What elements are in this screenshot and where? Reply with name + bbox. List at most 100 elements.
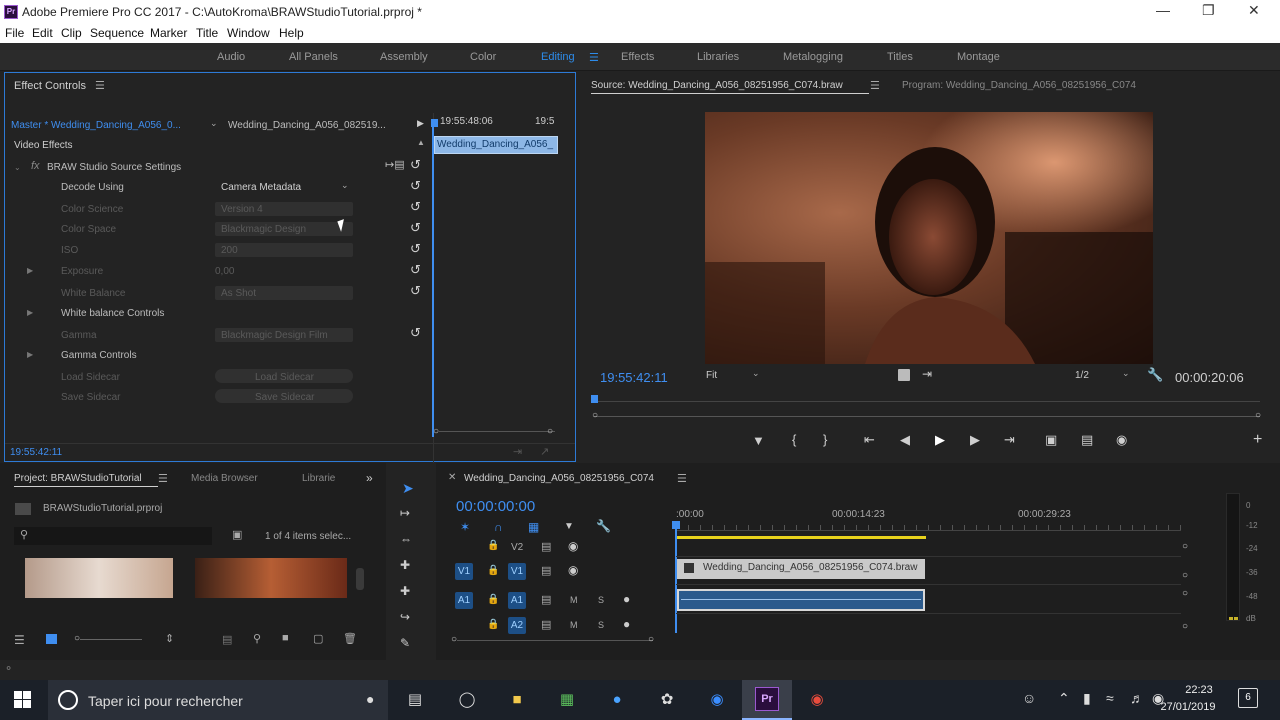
insert-icon[interactable]: ▣ xyxy=(1045,432,1057,448)
export-icon[interactable]: ↗ xyxy=(540,445,549,458)
overwrite-icon[interactable]: ▤ xyxy=(1081,432,1093,448)
ec-timecode[interactable]: 19:55:42:11 xyxy=(10,447,62,458)
fx-icon[interactable]: fx xyxy=(31,160,40,172)
windows-start-icon[interactable] xyxy=(14,691,32,709)
menu-title[interactable]: Title xyxy=(196,26,218,40)
workspace-all-panels[interactable]: All Panels xyxy=(289,51,338,63)
sort-icon[interactable]: ⇕ xyxy=(165,632,174,645)
solo-a2-button[interactable]: S xyxy=(598,620,604,630)
decode-using-dropdown[interactable]: Camera Metadata xyxy=(221,182,301,193)
add-button-icon[interactable]: + xyxy=(1253,431,1262,449)
timeline-zoom-track[interactable] xyxy=(457,640,653,641)
color-space-dropdown[interactable]: Blackmagic Design xyxy=(221,224,306,235)
new-bin-icon[interactable]: ▣ xyxy=(232,528,242,541)
white-balance-dropdown[interactable]: As Shot xyxy=(221,288,256,299)
pen-tool-icon[interactable]: ↪ xyxy=(400,610,410,624)
menu-sequence[interactable]: Sequence xyxy=(90,26,144,40)
scroll-handle-left-icon[interactable]: ○ xyxy=(592,410,598,421)
lock-icon[interactable]: 🔒 xyxy=(487,540,499,551)
libraries-tab[interactable]: Librarie xyxy=(302,473,335,484)
track-a2-label[interactable]: A2 xyxy=(508,617,526,634)
menu-window[interactable]: Window xyxy=(227,26,270,40)
hand-tool-icon[interactable]: ✎ xyxy=(400,636,410,650)
file-explorer-icon[interactable]: ■ xyxy=(504,688,530,712)
sync-lock-icon[interactable]: ▤ xyxy=(541,540,551,553)
safe-margins-icon[interactable] xyxy=(898,369,910,381)
audio-clip[interactable] xyxy=(677,589,925,611)
nest-icon[interactable]: ✶ xyxy=(460,520,470,534)
step-forward-icon[interactable]: ▶ xyxy=(970,432,980,448)
track-scroll-handle-icon[interactable]: ○ xyxy=(1182,621,1188,632)
chat-app-icon[interactable]: ● xyxy=(604,688,630,712)
more-panels-icon[interactable]: » xyxy=(366,471,373,485)
project-tab[interactable]: Project: BRAWStudioTutorial xyxy=(14,473,142,484)
volume-icon[interactable]: ♬ xyxy=(1130,690,1144,706)
taskbar-search-input[interactable]: Taper ici pour rechercher xyxy=(88,693,243,709)
camera-icon[interactable]: ◉ xyxy=(1116,432,1127,448)
sync-lock-icon[interactable]: ▤ xyxy=(541,618,551,631)
people-icon[interactable]: ☺ xyxy=(1022,690,1036,706)
workspace-editing[interactable]: Editing xyxy=(541,51,575,63)
list-view-icon[interactable]: ☰ xyxy=(14,633,25,647)
go-to-in-icon[interactable]: ⇤ xyxy=(864,432,875,448)
expand-gamma-controls-icon[interactable]: ▶ xyxy=(27,350,33,359)
gamma-dropdown[interactable]: Blackmagic Design Film xyxy=(221,330,328,341)
mute-a2-button[interactable]: M xyxy=(570,620,578,630)
task-view-icon[interactable]: ▤ xyxy=(402,688,428,712)
zoom-slider[interactable] xyxy=(80,639,142,640)
chrome-icon[interactable]: ◉ xyxy=(804,688,830,712)
workspace-titles[interactable]: Titles xyxy=(887,51,913,63)
workspace-menu-icon[interactable]: ☰ xyxy=(589,51,599,64)
add-marker-icon[interactable]: ▼ xyxy=(564,521,574,532)
maps-icon[interactable]: ◉ xyxy=(704,688,730,712)
tray-chevron-up-icon[interactable]: ⌃ xyxy=(1058,690,1070,707)
panel-menu-icon[interactable]: ☰ xyxy=(870,79,880,92)
reset-icon[interactable]: ↺ xyxy=(410,157,421,173)
trash-icon[interactable]: 🗑 xyxy=(343,632,357,645)
iso-dropdown[interactable]: 200 xyxy=(221,245,238,256)
minimize-icon[interactable]: — xyxy=(1156,2,1170,18)
ec-mini-clip[interactable]: Wedding_Dancing_A056_ xyxy=(434,136,558,154)
clock-date[interactable]: 27/01/2019 xyxy=(1156,701,1220,713)
load-sidecar-button[interactable]: Load Sidecar xyxy=(255,372,314,383)
menu-clip[interactable]: Clip xyxy=(61,26,82,40)
track-scroll-handle-icon[interactable]: ○ xyxy=(1182,588,1188,599)
go-to-out-icon[interactable]: ⇥ xyxy=(1004,432,1015,448)
close-sequence-icon[interactable]: ✕ xyxy=(448,472,456,483)
close-icon[interactable]: ✕ xyxy=(1248,2,1260,19)
expand-effect-icon[interactable]: ⌄ xyxy=(14,163,21,172)
workspace-montage[interactable]: Montage xyxy=(957,51,1000,63)
video-clip[interactable]: Wedding_Dancing_A056_08251956_C074.braw xyxy=(677,559,925,579)
reset-icon[interactable]: ↺ xyxy=(410,199,421,215)
selection-tool-icon[interactable]: ➤ xyxy=(402,480,414,497)
save-sidecar-button[interactable]: Save Sidecar xyxy=(255,392,314,403)
chevron-down-icon[interactable]: ⌄ xyxy=(752,368,760,379)
app-icon-circle[interactable]: ◯ xyxy=(454,688,480,712)
find-icon[interactable]: ⚲ xyxy=(253,632,261,645)
program-tab[interactable]: Program: Wedding_Dancing_A056_08251956_C… xyxy=(902,80,1136,91)
timeline-ruler[interactable] xyxy=(676,525,1181,531)
lock-icon[interactable]: 🔒 xyxy=(487,619,499,630)
track-v2-label[interactable]: V2 xyxy=(511,542,523,553)
playhead-marker-icon[interactable] xyxy=(672,521,680,529)
track-v1-label[interactable]: V1 xyxy=(508,563,526,580)
sync-lock-icon[interactable]: ▤ xyxy=(541,564,551,577)
reset-icon[interactable]: ↺ xyxy=(410,325,421,341)
step-back-icon[interactable]: ◀ xyxy=(900,432,910,448)
source-playhead-icon[interactable] xyxy=(591,395,598,403)
mark-in-icon[interactable]: { xyxy=(792,432,796,447)
zoom-handle-right-icon[interactable]: ○ xyxy=(547,426,553,437)
mark-out-icon[interactable]: } xyxy=(823,432,827,447)
source-scroll-track[interactable] xyxy=(594,416,1260,417)
wrench-icon[interactable]: 🔧 xyxy=(1147,367,1163,383)
filter-icon[interactable]: ⇥ xyxy=(513,445,522,458)
sequence-clip-label[interactable]: Wedding_Dancing_A056_082519... xyxy=(228,120,386,131)
clock-time[interactable]: 22:23 xyxy=(1174,684,1224,696)
notifications-icon[interactable]: 6 xyxy=(1238,688,1258,708)
reset-icon[interactable]: ↺ xyxy=(410,220,421,236)
workspace-assembly[interactable]: Assembly xyxy=(380,51,428,63)
pinned-app-icon[interactable]: ✿ xyxy=(654,688,680,712)
play-icon[interactable]: ▶ xyxy=(935,432,945,448)
resolution-dropdown[interactable]: 1/2 xyxy=(1075,370,1089,381)
master-clip-label[interactable]: Master * Wedding_Dancing_A056_0... xyxy=(11,120,181,131)
